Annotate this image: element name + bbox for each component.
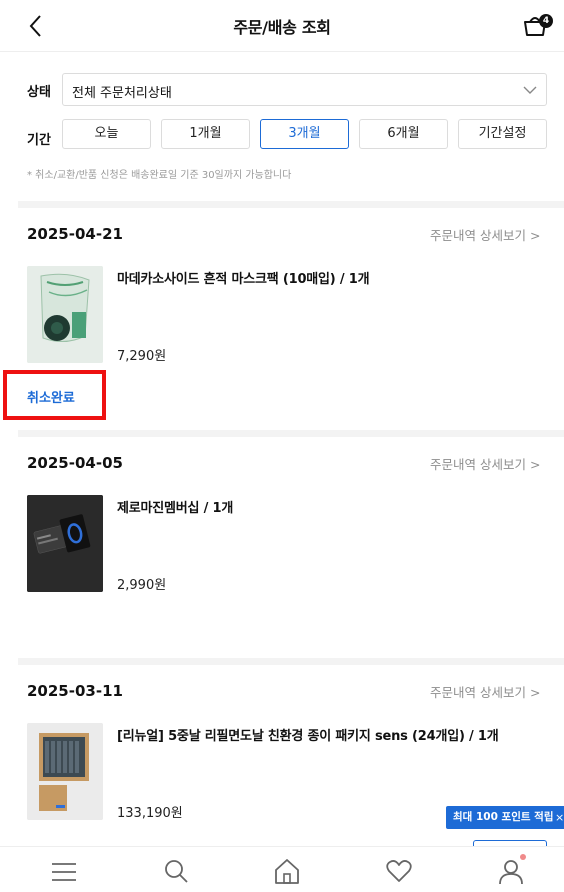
chevron-down-icon <box>523 86 537 94</box>
product-price: 7,290원 <box>117 349 167 364</box>
product-name[interactable]: 마데카소사이드 흔적 마스크팩 (10매입) / 1개 <box>117 268 370 287</box>
mask-pack-image <box>27 266 103 363</box>
period-custom-button[interactable]: 기간설정 <box>458 119 547 149</box>
product-thumbnail[interactable] <box>27 266 103 363</box>
cart-button[interactable]: 4 <box>522 12 553 38</box>
order-date: 2025-04-21 <box>27 225 123 243</box>
product-price: 2,990원 <box>117 578 167 593</box>
product-thumbnail[interactable] <box>27 723 103 820</box>
order-detail-link[interactable]: 주문내역 상세보기 > <box>430 454 540 473</box>
status-dropdown-value: 전체 주문처리상태 <box>72 86 172 101</box>
tab-home[interactable] <box>273 857 301 885</box>
tab-my-page[interactable] <box>497 857 525 885</box>
period-today-button[interactable]: 오늘 <box>62 119 151 149</box>
order-date: 2025-03-11 <box>27 682 123 700</box>
search-icon <box>165 860 188 883</box>
order-status-label: 취소완료 <box>27 391 75 406</box>
cart-count-badge: 4 <box>539 14 553 28</box>
product-price: 133,190원 <box>117 806 183 821</box>
notification-dot <box>520 854 526 860</box>
tab-wishlist[interactable] <box>385 857 413 885</box>
user-icon <box>499 860 523 885</box>
bottom-tab-bar <box>0 846 564 892</box>
home-icon <box>275 859 299 884</box>
razor-box-image <box>27 723 103 820</box>
banner-close-button[interactable]: × <box>555 806 564 829</box>
section-divider <box>18 201 564 208</box>
product-thumbnail[interactable] <box>27 495 103 592</box>
period-3month-button[interactable]: 3개월 <box>260 119 349 149</box>
points-banner[interactable]: 최대 100 포인트 적립 <box>446 806 564 829</box>
policy-notice: * 취소/교환/반품 신청은 배송완료일 기준 30일까지 가능합니다 <box>27 170 292 181</box>
page-title: 주문/배송 조회 <box>233 18 331 37</box>
period-1month-button[interactable]: 1개월 <box>161 119 250 149</box>
period-6month-button[interactable]: 6개월 <box>359 119 448 149</box>
product-name[interactable]: 제로마진멤버십 / 1개 <box>117 497 233 516</box>
status-dropdown[interactable]: 전체 주문처리상태 <box>62 73 547 106</box>
period-filter-label: 기간 <box>27 133 51 148</box>
order-detail-link[interactable]: 주문내역 상세보기 > <box>430 682 540 701</box>
status-filter-label: 상태 <box>27 85 51 100</box>
section-divider <box>18 430 564 437</box>
section-divider <box>18 658 564 665</box>
heart-icon <box>386 860 412 882</box>
tab-search[interactable] <box>162 857 190 885</box>
membership-card-image <box>27 495 103 592</box>
order-date: 2025-04-05 <box>27 454 123 472</box>
menu-icon <box>52 863 76 881</box>
product-name[interactable]: [리뉴얼] 5중날 리필면도날 친환경 종이 패키지 sens (24개입) /… <box>117 725 499 744</box>
app-header: 주문/배송 조회 4 <box>0 0 564 52</box>
order-detail-link[interactable]: 주문내역 상세보기 > <box>430 225 540 244</box>
tab-menu[interactable] <box>50 857 78 885</box>
